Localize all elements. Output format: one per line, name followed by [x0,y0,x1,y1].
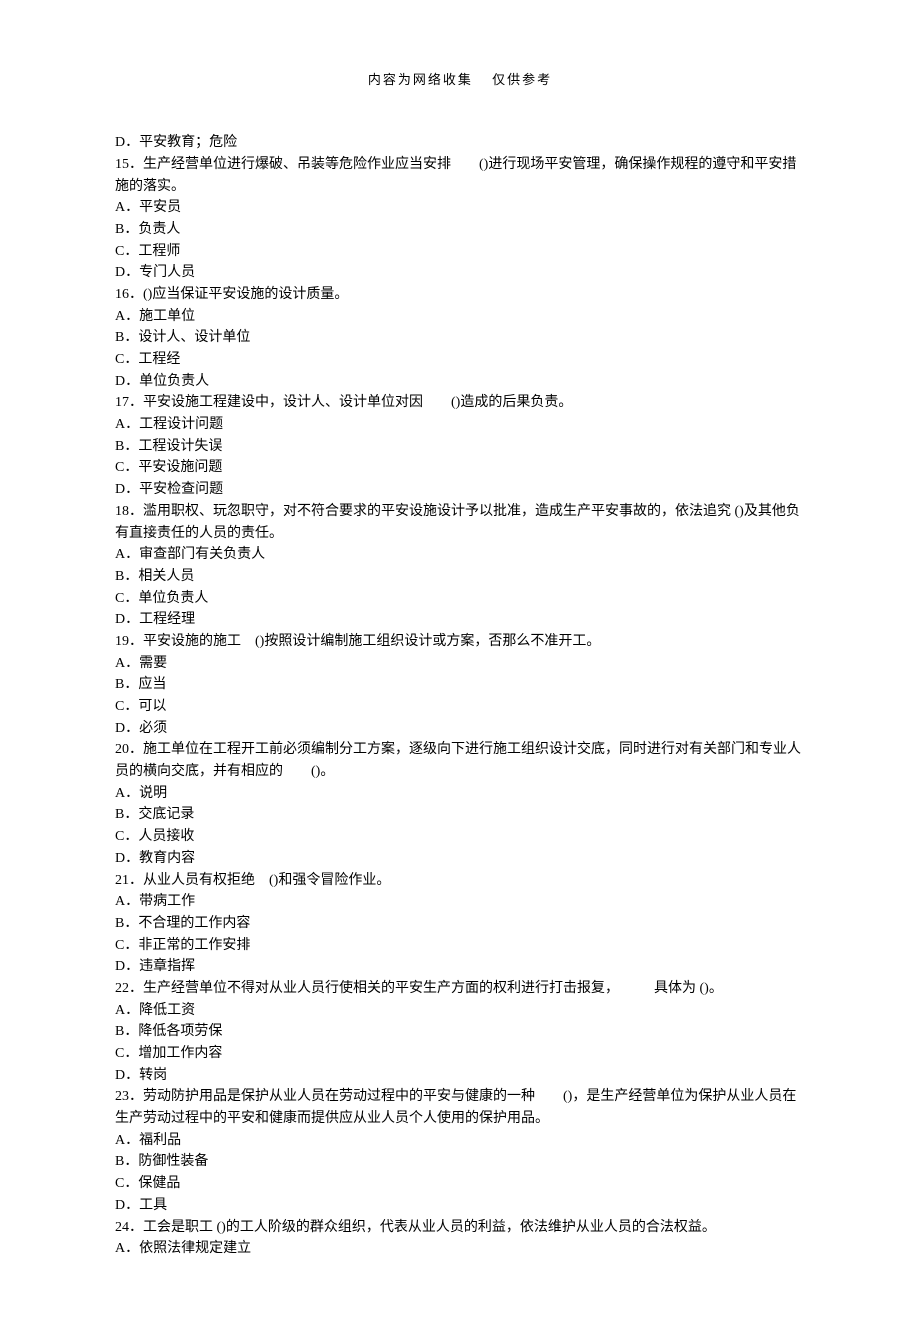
text-line: 23．劳动防护用品是保护从业人员在劳动过程中的平安与健康的一种 ()，是生产经营… [115,1086,805,1129]
text-line: 16．()应当保证平安设施的设计质量。 [115,284,805,306]
text-line: 15．生产经营单位进行爆破、吊装等危险作业应当安排 ()进行现场平安管理，确保操… [115,154,805,197]
text-line: C．非正常的工作安排 [115,935,805,957]
text-line: C．保健品 [115,1173,805,1195]
text-line: B．防御性装备 [115,1151,805,1173]
text-line: B．设计人、设计单位 [115,327,805,349]
text-line: C．平安设施问题 [115,457,805,479]
text-line: C．单位负责人 [115,588,805,610]
text-line: A．带病工作 [115,891,805,913]
text-line: C．可以 [115,696,805,718]
text-line: D．必须 [115,718,805,740]
text-line: 22．生产经营单位不得对从业人员行使相关的平安生产方面的权利进行打击报复， 具体… [115,978,805,1000]
document-page: 内容为网络收集 仅供参考 D．平安教育；危险15．生产经营单位进行爆破、吊装等危… [0,0,920,1320]
text-line: A．工程设计问题 [115,414,805,436]
text-line: C．工程师 [115,241,805,263]
text-line: B．降低各项劳保 [115,1021,805,1043]
page-header: 内容为网络收集 仅供参考 [115,70,805,90]
text-line: A．降低工资 [115,1000,805,1022]
text-line: D．工具 [115,1195,805,1217]
text-line: 21．从业人员有权拒绝 ()和强令冒险作业。 [115,870,805,892]
text-line: D．违章指挥 [115,956,805,978]
text-line: B．工程设计失误 [115,436,805,458]
text-line: A．福利品 [115,1130,805,1152]
text-line: D．转岗 [115,1065,805,1087]
text-line: D．教育内容 [115,848,805,870]
text-line: 19．平安设施的施工 ()按照设计编制施工组织设计或方案，否那么不准开工。 [115,631,805,653]
text-line: B．交底记录 [115,804,805,826]
text-line: 20．施工单位在工程开工前必须编制分工方案，逐级向下进行施工组织设计交底，同时进… [115,739,805,782]
text-line: A．平安员 [115,197,805,219]
text-line: 17．平安设施工程建设中，设计人、设计单位对因 ()造成的后果负责。 [115,392,805,414]
text-line: C．增加工作内容 [115,1043,805,1065]
text-line: B．相关人员 [115,566,805,588]
text-line: D．工程经理 [115,609,805,631]
text-line: A．说明 [115,783,805,805]
text-line: A．审查部门有关负责人 [115,544,805,566]
text-line: A．依照法律规定建立 [115,1238,805,1260]
text-line: C．人员接收 [115,826,805,848]
text-line: B．应当 [115,674,805,696]
document-content: D．平安教育；危险15．生产经营单位进行爆破、吊装等危险作业应当安排 ()进行现… [115,132,805,1260]
text-line: 18．滥用职权、玩忽职守，对不符合要求的平安设施设计予以批准，造成生产平安事故的… [115,501,805,544]
text-line: A．施工单位 [115,306,805,328]
text-line: D．单位负责人 [115,371,805,393]
text-line: A．需要 [115,653,805,675]
text-line: B．不合理的工作内容 [115,913,805,935]
text-line: 24．工会是职工 ()的工人阶级的群众组织，代表从业人员的利益，依法维护从业人员… [115,1217,805,1239]
text-line: C．工程经 [115,349,805,371]
text-line: D．专门人员 [115,262,805,284]
text-line: D．平安教育；危险 [115,132,805,154]
text-line: D．平安检查问题 [115,479,805,501]
text-line: B．负责人 [115,219,805,241]
